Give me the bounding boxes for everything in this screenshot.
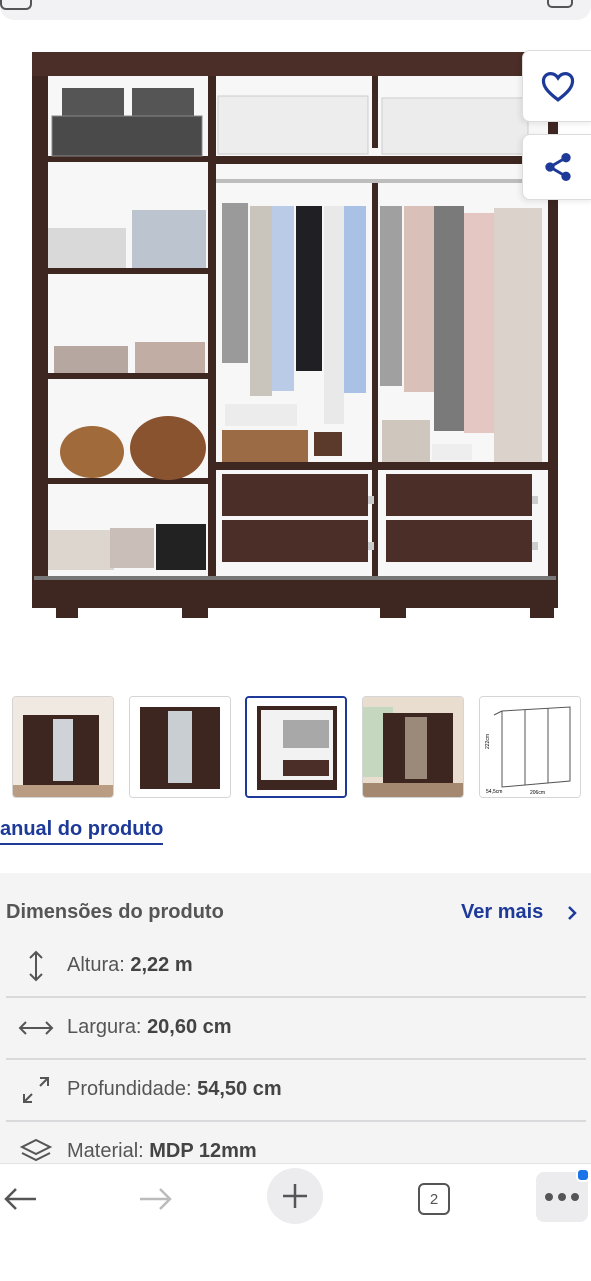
arrow-right-icon — [140, 1188, 172, 1210]
diagram-width-label: 206cm — [530, 790, 545, 796]
vertical-arrows-icon — [29, 950, 43, 982]
thumbnail-4[interactable] — [362, 696, 464, 798]
plus-icon — [283, 1184, 307, 1208]
forward-button[interactable] — [134, 1172, 178, 1226]
dimensions-title: Dimensões do produto — [6, 901, 224, 923]
share-button[interactable] — [522, 134, 591, 200]
dimension-row-height: Altura: 2,22 m — [6, 934, 586, 998]
arrow-left-icon — [4, 1188, 36, 1210]
tabs-button[interactable]: 2 — [412, 1172, 456, 1226]
share-icon — [545, 153, 571, 181]
more-dots-icon — [545, 1193, 579, 1201]
product-main-image[interactable] — [20, 38, 570, 638]
top-right-icon — [547, 0, 573, 8]
new-tab-button[interactable] — [267, 1168, 323, 1224]
back-button[interactable] — [0, 1172, 40, 1226]
top-left-icon — [0, 0, 32, 10]
dimension-value: 2,22 m — [130, 954, 193, 976]
dimension-label: Largura: — [67, 1016, 142, 1038]
thumbnail-strip: 222cm 54,5cm 206cm — [0, 696, 591, 800]
dimension-row-depth: Profundidade: 54,50 cm — [6, 1058, 586, 1122]
see-more-link[interactable]: Ver mais — [461, 901, 543, 924]
status-bar — [0, 0, 591, 20]
tab-count: 2 — [418, 1183, 450, 1215]
heart-icon — [541, 72, 575, 102]
product-manual-link[interactable]: anual do produto — [0, 818, 164, 845]
diagram-depth-label: 54,5cm — [486, 789, 502, 795]
diagonal-arrows-icon — [23, 1077, 49, 1103]
product-dimensions-section: Dimensões do produto Ver mais Altura: 2,… — [0, 873, 591, 1173]
dimension-label: Material: — [67, 1140, 144, 1162]
favorite-button[interactable] — [522, 50, 591, 122]
dimension-value: 20,60 cm — [147, 1016, 232, 1038]
dimension-label: Profundidade: — [67, 1078, 192, 1100]
thumbnail-5-diagram[interactable]: 222cm 54,5cm 206cm — [479, 696, 581, 798]
dimension-value: 54,50 cm — [197, 1078, 282, 1100]
thumbnail-3[interactable] — [245, 696, 347, 798]
thumbnail-1[interactable] — [12, 696, 114, 798]
browser-toolbar: 2 — [0, 1163, 591, 1281]
thumbnail-2[interactable] — [129, 696, 231, 798]
dimension-value: MDP 12mm — [149, 1140, 257, 1162]
notification-dot — [576, 1168, 590, 1182]
chevron-right-icon[interactable] — [566, 904, 578, 922]
more-menu-button[interactable] — [536, 1168, 590, 1222]
dimension-label: Altura: — [67, 954, 125, 976]
dimension-row-width: Largura: 20,60 cm — [6, 996, 586, 1060]
diagram-height-label: 222cm — [485, 734, 491, 749]
horizontal-arrows-icon — [18, 1021, 54, 1035]
